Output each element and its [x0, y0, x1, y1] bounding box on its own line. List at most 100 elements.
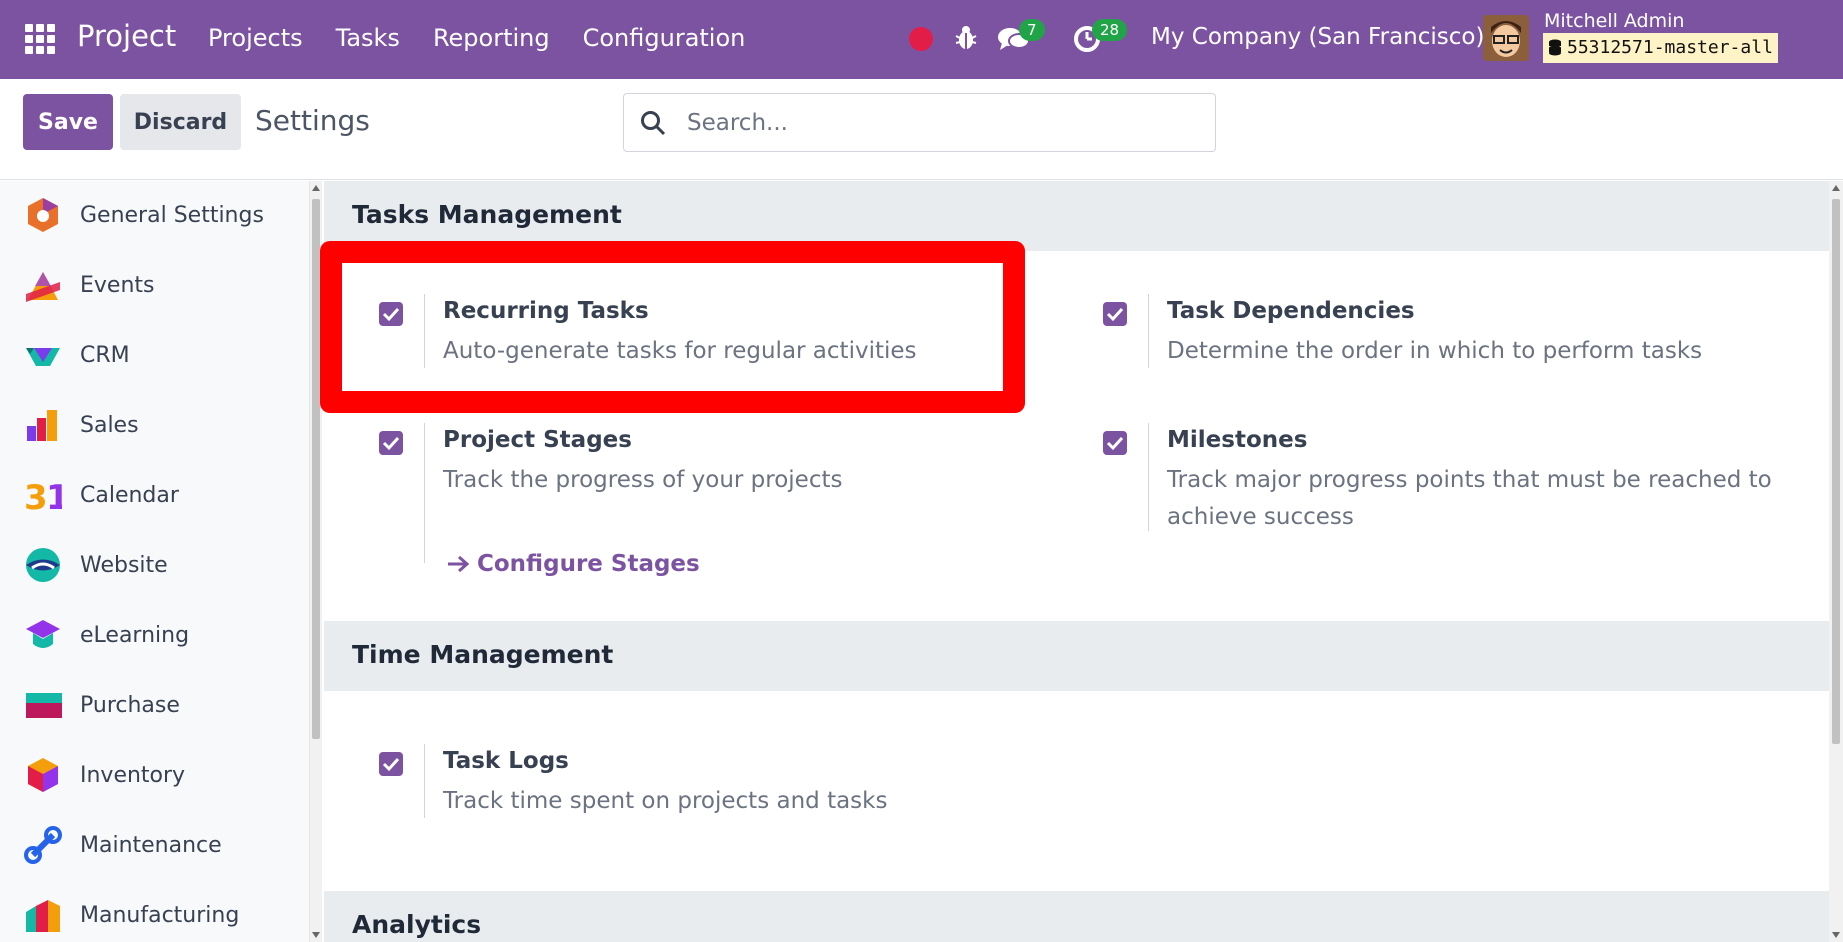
app-menu-grid-icon[interactable]	[25, 24, 55, 54]
settings-sidebar: General Settings Events CRM Sales 3 1 Ca…	[0, 181, 310, 942]
menu-projects[interactable]: Projects	[208, 24, 303, 52]
section-title: Analytics	[352, 910, 482, 939]
setting-title: Task Logs	[443, 748, 569, 774]
task-dependencies-checkbox[interactable]	[1103, 302, 1127, 326]
user-name[interactable]: Mitchell Admin	[1544, 10, 1684, 32]
section-title: Time Management	[352, 640, 614, 669]
user-avatar[interactable]	[1483, 15, 1529, 61]
setting-title: Milestones	[1167, 427, 1308, 453]
divider	[424, 294, 425, 368]
search-input[interactable]	[687, 106, 1187, 140]
sidebar-item-website[interactable]: Website	[0, 535, 300, 595]
general-settings-icon	[28, 198, 58, 232]
scroll-up-icon[interactable]	[1832, 185, 1840, 191]
divider	[1148, 294, 1149, 368]
manufacturing-icon	[26, 900, 60, 932]
content-scrollbar-thumb[interactable]	[1832, 199, 1840, 744]
maintenance-icon	[24, 826, 62, 864]
debug-bug-icon[interactable]	[954, 24, 978, 56]
checkmark-icon	[1106, 307, 1124, 322]
setting-description: Track the progress of your projects	[443, 467, 843, 493]
crm-icon	[26, 348, 60, 366]
sidebar-item-label: Manufacturing	[80, 902, 240, 928]
sidebar-item-label: Website	[80, 552, 168, 578]
database-name: 55312571-master-all	[1567, 37, 1773, 58]
configure-stages-label: Configure Stages	[477, 551, 700, 577]
section-header-tasks-management: Tasks Management	[324, 181, 1829, 251]
divider	[424, 423, 425, 563]
sidebar-item-label: Purchase	[80, 692, 180, 718]
database-icon	[1549, 39, 1561, 56]
setting-title: Task Dependencies	[1167, 298, 1415, 324]
search-box[interactable]	[623, 93, 1216, 152]
sidebar-item-sales[interactable]: Sales	[0, 395, 300, 455]
scroll-down-icon[interactable]	[1832, 932, 1840, 938]
sidebar-item-label: Inventory	[80, 762, 186, 788]
inventory-icon	[28, 758, 58, 792]
control-panel: Save Discard Settings	[0, 79, 1843, 180]
company-switcher[interactable]: My Company (San Francisco)	[1151, 24, 1484, 50]
project-stages-checkbox[interactable]	[379, 431, 403, 455]
record-icon[interactable]	[909, 27, 933, 51]
scroll-down-icon[interactable]	[312, 932, 320, 938]
setting-description: Determine the order in which to perform …	[1167, 338, 1703, 364]
sidebar-item-maintenance[interactable]: Maintenance	[0, 815, 300, 875]
sidebar-scrollbar[interactable]	[310, 181, 322, 942]
calendar-icon: 3 1	[24, 478, 62, 514]
sidebar-item-label: Maintenance	[80, 832, 222, 858]
setting-title: Recurring Tasks	[443, 298, 649, 324]
content-scrollbar[interactable]	[1829, 181, 1843, 942]
milestones-checkbox[interactable]	[1103, 431, 1127, 455]
svg-text:3: 3	[24, 478, 48, 514]
sidebar-item-label: Calendar	[80, 482, 179, 508]
divider	[1148, 423, 1149, 531]
sidebar-item-label: Sales	[80, 412, 139, 438]
task-logs-checkbox[interactable]	[379, 752, 403, 776]
checkmark-icon	[382, 307, 400, 322]
checkmark-icon	[382, 757, 400, 772]
app-title[interactable]: Project	[77, 19, 176, 53]
svg-text:1: 1	[46, 478, 62, 514]
section-header-time-management: Time Management	[324, 621, 1829, 691]
arrow-right-icon	[448, 555, 470, 573]
setting-title: Project Stages	[443, 427, 632, 453]
sidebar-item-inventory[interactable]: Inventory	[0, 745, 300, 805]
database-chip: 55312571-master-all	[1543, 33, 1778, 63]
sidebar-item-calendar[interactable]: 3 1 Calendar	[0, 465, 300, 525]
sidebar-item-events[interactable]: Events	[0, 255, 300, 315]
sidebar-item-manufacturing[interactable]: Manufacturing	[0, 885, 300, 942]
sidebar-item-label: CRM	[80, 342, 130, 368]
sidebar-item-general-settings[interactable]: General Settings	[0, 185, 300, 245]
purchase-icon	[26, 693, 62, 718]
configure-stages-link[interactable]: Configure Stages	[447, 551, 700, 577]
menu-reporting[interactable]: Reporting	[433, 24, 550, 52]
sidebar-item-crm[interactable]: CRM	[0, 325, 300, 385]
sidebar-item-elearning[interactable]: eLearning	[0, 605, 300, 665]
menu-tasks[interactable]: Tasks	[336, 24, 400, 52]
breadcrumb: Settings	[255, 104, 370, 137]
setting-description: Auto-generate tasks for regular activiti…	[443, 338, 917, 364]
settings-content: Tasks Management Recurring Tasks Auto-ge…	[324, 181, 1829, 942]
setting-description: Track time spent on projects and tasks	[443, 788, 888, 814]
checkmark-icon	[382, 436, 400, 451]
sidebar-item-purchase[interactable]: Purchase	[0, 675, 300, 735]
section-title: Tasks Management	[352, 200, 622, 229]
sidebar-scrollbar-thumb[interactable]	[312, 199, 320, 739]
recurring-tasks-checkbox[interactable]	[379, 302, 403, 326]
menu-configuration[interactable]: Configuration	[583, 24, 746, 52]
checkmark-icon	[1106, 436, 1124, 451]
sales-icon	[27, 410, 57, 441]
scroll-up-icon[interactable]	[312, 185, 320, 191]
section-header-analytics: Analytics	[324, 891, 1829, 942]
website-icon	[26, 548, 60, 582]
sidebar-item-label: Events	[80, 272, 155, 298]
discard-button[interactable]: Discard	[120, 94, 241, 150]
messages-count-badge: 7	[1019, 19, 1045, 41]
top-navbar: Project Projects Tasks Reporting Configu…	[0, 0, 1843, 79]
events-icon	[26, 272, 60, 302]
save-button[interactable]: Save	[23, 94, 113, 150]
main-menu: Projects Tasks Reporting Configuration	[208, 24, 778, 52]
divider	[424, 744, 425, 818]
sidebar-item-label: General Settings	[80, 202, 264, 228]
search-icon	[640, 110, 666, 140]
